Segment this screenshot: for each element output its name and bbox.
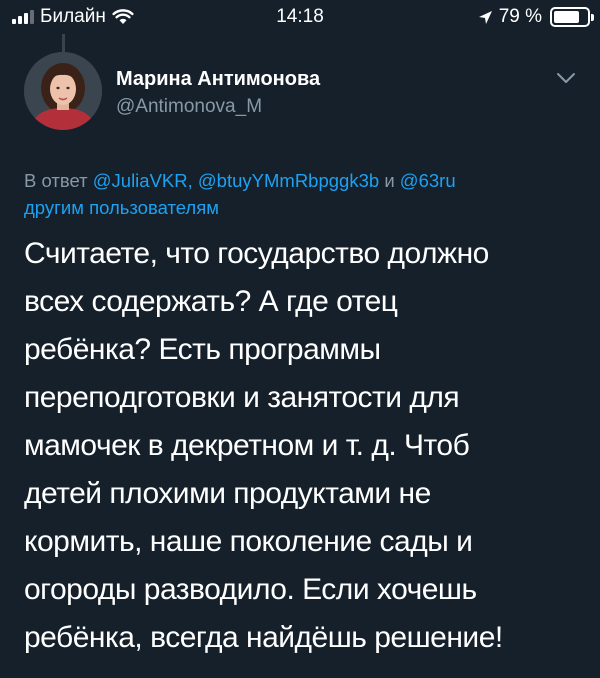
tweet-text-line: всех содержать? А где отец bbox=[24, 285, 398, 318]
reply-context: В ответ @JuliaVKR, @btuyYMmRbpggk3b и @6… bbox=[24, 167, 580, 221]
wifi-icon bbox=[112, 9, 134, 24]
tweet-text-line: переподготовки и занятости для bbox=[24, 381, 460, 414]
mention-link[interactable]: @JuliaVKR, bbox=[93, 170, 193, 191]
location-arrow-icon bbox=[478, 10, 492, 24]
battery-fill bbox=[554, 11, 580, 23]
status-left: Билайн bbox=[12, 6, 134, 28]
avatar-portrait bbox=[24, 52, 102, 130]
thread-connector-line bbox=[62, 34, 65, 52]
tweet-text-line: огороды разводило. Если хочешь bbox=[24, 573, 477, 606]
tweet-text-line: Считаете, что государство должно bbox=[24, 237, 489, 270]
mention-link[interactable]: @63ru bbox=[400, 170, 456, 191]
tweet-text-line: детей плохими продуктами не bbox=[24, 477, 431, 510]
signal-icon bbox=[12, 10, 34, 24]
status-bar: Билайн 14:18 79 % bbox=[0, 0, 600, 34]
screen: Билайн 14:18 79 % Марина Антимонова @Ant… bbox=[0, 0, 600, 678]
author-handle[interactable]: @Antimonova_M bbox=[116, 96, 262, 118]
tweet-text-line: ребёнка, всегда найдёшь решение! bbox=[24, 621, 503, 654]
battery-icon bbox=[550, 7, 594, 27]
battery-nub bbox=[591, 14, 594, 21]
other-users-link[interactable]: другим пользователям bbox=[24, 197, 219, 218]
battery-percent: 79 % bbox=[498, 6, 542, 27]
avatar[interactable] bbox=[24, 52, 102, 130]
tweet-text-line: мамочек в декретном и т. д. Чтоб bbox=[24, 429, 470, 462]
reply-conjunction: и bbox=[384, 170, 395, 191]
carrier-name: Билайн bbox=[40, 6, 106, 27]
tweet-text: Считаете, что государство должно всех со… bbox=[24, 230, 580, 662]
mention-link[interactable]: @btuyYMmRbpggk3b bbox=[198, 170, 379, 191]
reply-prefix: В ответ bbox=[24, 170, 88, 191]
status-right: 79 % bbox=[478, 6, 594, 28]
chevron-down-icon[interactable] bbox=[555, 70, 577, 86]
tweet-text-line: кормить, наше поколение сады и bbox=[24, 525, 473, 558]
author-name[interactable]: Марина Антимонова bbox=[116, 68, 320, 91]
tweet-text-line: ребёнка? Есть программы bbox=[24, 333, 381, 366]
